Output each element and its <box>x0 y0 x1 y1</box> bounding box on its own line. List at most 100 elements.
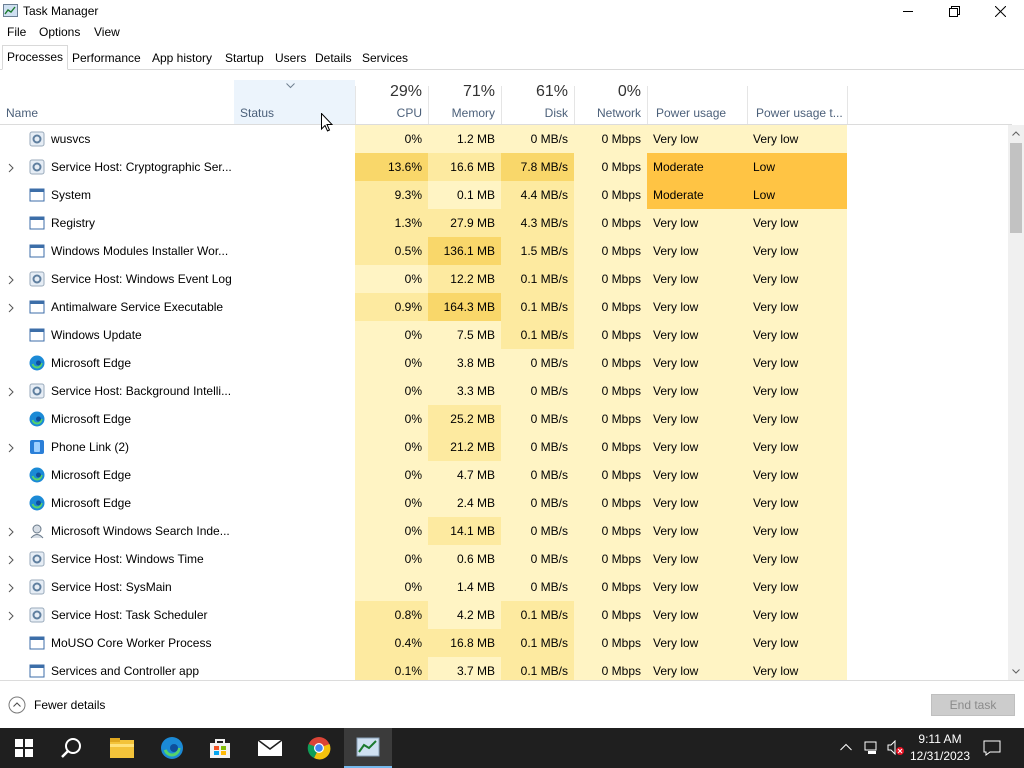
notification-icon[interactable] <box>983 740 1001 756</box>
process-power-usage: Very low <box>647 461 747 489</box>
tab-performance[interactable]: Performance <box>67 46 146 69</box>
tab-details[interactable]: Details <box>310 46 357 69</box>
process-cpu: 0% <box>355 265 428 293</box>
process-memory: 4.7 MB <box>428 461 501 489</box>
chevron-right-icon[interactable] <box>6 442 16 453</box>
restore-icon <box>948 5 960 17</box>
process-power-usage-trend: Very low <box>747 461 847 489</box>
scrollbar-thumb[interactable] <box>1010 143 1022 233</box>
chevron-right-icon[interactable] <box>6 274 16 285</box>
process-row[interactable]: Registry 1.3% 27.9 MB 4.3 MB/s 0 Mbps Very lo… <box>0 209 1008 237</box>
tab-processes[interactable]: Processes <box>2 45 69 70</box>
process-row[interactable]: Microsoft Windows Search Inde... 0% 14.1 M… <box>0 517 1008 545</box>
process-row[interactable]: Microsoft Edge 0% 4.7 MB 0 MB/s 0 Mbps Very l… <box>0 461 1008 489</box>
column-name[interactable]: Name <box>0 80 234 124</box>
process-memory: 3.8 MB <box>428 349 501 377</box>
process-power-usage-trend: Very low <box>747 629 847 657</box>
process-memory: 0.1 MB <box>428 181 501 209</box>
process-row[interactable]: Service Host: Windows Event Log 0% 12.2 MB… <box>0 265 1008 293</box>
close-button[interactable] <box>977 0 1023 22</box>
process-row[interactable]: Service Host: SysMain 0% 1.4 MB 0 MB/s 0 Mbp… <box>0 573 1008 601</box>
process-row[interactable]: Phone Link (2) 0% 21.2 MB 0 MB/s 0 Mbps Very … <box>0 433 1008 461</box>
process-row[interactable]: Service Host: Background Intelli... 0% 3.3… <box>0 377 1008 405</box>
taskbar: 9:11 AM 12/31/2023 <box>0 728 1024 768</box>
column-network[interactable]: 0% Network <box>574 80 647 124</box>
process-cpu: 0% <box>355 377 428 405</box>
chevron-right-icon[interactable] <box>6 610 16 621</box>
taskbar-search-button[interactable] <box>48 728 96 768</box>
process-network: 0 Mbps <box>574 237 647 265</box>
process-network: 0 Mbps <box>574 489 647 517</box>
process-power-usage-trend: Very low <box>747 125 847 153</box>
tab-services[interactable]: Services <box>357 46 413 69</box>
end-task-button[interactable]: End task <box>931 694 1015 716</box>
minimize-icon <box>903 11 913 12</box>
network-icon[interactable] <box>864 740 880 756</box>
process-row[interactable]: Service Host: Task Scheduler 0.8% 4.2 MB 0.… <box>0 601 1008 629</box>
process-row[interactable]: Services and Controller app 0.1% 3.7 MB 0.1… <box>0 657 1008 680</box>
process-row[interactable]: Antimalware Service Executable 0.9% 164.3 … <box>0 293 1008 321</box>
column-status[interactable]: Status <box>234 80 355 124</box>
tab-users[interactable]: Users <box>270 46 311 69</box>
process-row[interactable]: Windows Modules Installer Wor... 0.5% 136.… <box>0 237 1008 265</box>
process-row[interactable]: Service Host: Windows Time 0% 0.6 MB 0 MB/s… <box>0 545 1008 573</box>
edge-icon <box>29 411 45 427</box>
column-memory-label: Memory <box>451 106 495 120</box>
column-status-label: Status <box>240 106 275 120</box>
process-power-usage: Very low <box>647 573 747 601</box>
scroll-down-icon[interactable] <box>1012 669 1020 674</box>
menu-file[interactable]: File <box>7 25 26 39</box>
taskbar-chrome[interactable] <box>295 728 343 768</box>
chevron-right-icon[interactable] <box>6 554 16 565</box>
process-row[interactable]: MoUSO Core Worker Process 0.4% 16.8 MB 0.1 … <box>0 629 1008 657</box>
column-cpu[interactable]: 29% CPU <box>355 80 428 124</box>
process-row[interactable]: Service Host: Cryptographic Ser... 13.6% 1… <box>0 153 1008 181</box>
taskbar-task-manager[interactable] <box>344 728 392 768</box>
chevron-right-icon[interactable] <box>6 302 16 313</box>
process-network: 0 Mbps <box>574 349 647 377</box>
chevron-right-icon[interactable] <box>6 582 16 593</box>
column-memory[interactable]: 71% Memory <box>428 80 501 124</box>
column-power-usage-trend[interactable]: Power usage t... <box>747 80 847 124</box>
start-button[interactable] <box>0 728 48 768</box>
process-disk: 4.4 MB/s <box>501 181 574 209</box>
process-cpu: 13.6% <box>355 153 428 181</box>
taskbar-store[interactable] <box>196 728 244 768</box>
process-power-usage-trend: Very low <box>747 573 847 601</box>
taskbar-mail[interactable] <box>246 728 294 768</box>
tab-startup[interactable]: Startup <box>220 46 269 69</box>
chevron-up-icon[interactable] <box>840 743 852 751</box>
scroll-up-icon[interactable] <box>1012 131 1020 136</box>
column-cpu-label: CPU <box>396 106 422 120</box>
search-icon <box>61 738 81 758</box>
process-power-usage: Very low <box>647 265 747 293</box>
menu-view[interactable]: View <box>94 25 120 39</box>
process-disk: 0 MB/s <box>501 433 574 461</box>
chevron-right-icon[interactable] <box>6 526 16 537</box>
taskbar-edge[interactable] <box>148 728 196 768</box>
vertical-scrollbar[interactable] <box>1008 125 1024 680</box>
column-disk[interactable]: 61% Disk <box>501 80 574 124</box>
start-icon <box>15 739 33 757</box>
tab-app-history[interactable]: App history <box>147 46 217 69</box>
process-row[interactable]: Microsoft Edge 0% 2.4 MB 0 MB/s 0 Mbps Very l… <box>0 489 1008 517</box>
process-row[interactable]: Windows Update 0% 7.5 MB 0.1 MB/s 0 Mbps Very… <box>0 321 1008 349</box>
process-row[interactable]: System 9.3% 0.1 MB 4.4 MB/s 0 Mbps Moderate Lo… <box>0 181 1008 209</box>
process-disk: 0 MB/s <box>501 489 574 517</box>
minimize-button[interactable] <box>885 0 931 22</box>
chevron-right-icon[interactable] <box>6 386 16 397</box>
process-row[interactable]: Microsoft Edge 0% 25.2 MB 0 MB/s 0 Mbps Very … <box>0 405 1008 433</box>
process-memory: 4.2 MB <box>428 601 501 629</box>
column-power-usage[interactable]: Power usage <box>647 80 747 124</box>
process-row[interactable]: Microsoft Edge 0% 3.8 MB 0 MB/s 0 Mbps Very l… <box>0 349 1008 377</box>
process-memory: 21.2 MB <box>428 433 501 461</box>
clock[interactable]: 9:11 AM 12/31/2023 <box>905 731 975 765</box>
menu-options[interactable]: Options <box>39 25 80 39</box>
process-row[interactable]: wusvcs 0% 1.2 MB 0 MB/s 0 Mbps Very low Very l… <box>0 125 1008 153</box>
taskbar-file-explorer[interactable] <box>98 728 146 768</box>
search-indexer-icon <box>29 523 45 539</box>
chevron-right-icon[interactable] <box>6 162 16 173</box>
restore-button[interactable] <box>931 0 977 22</box>
column-disk-label: Disk <box>544 106 568 120</box>
volume-muted-icon[interactable] <box>887 740 905 756</box>
